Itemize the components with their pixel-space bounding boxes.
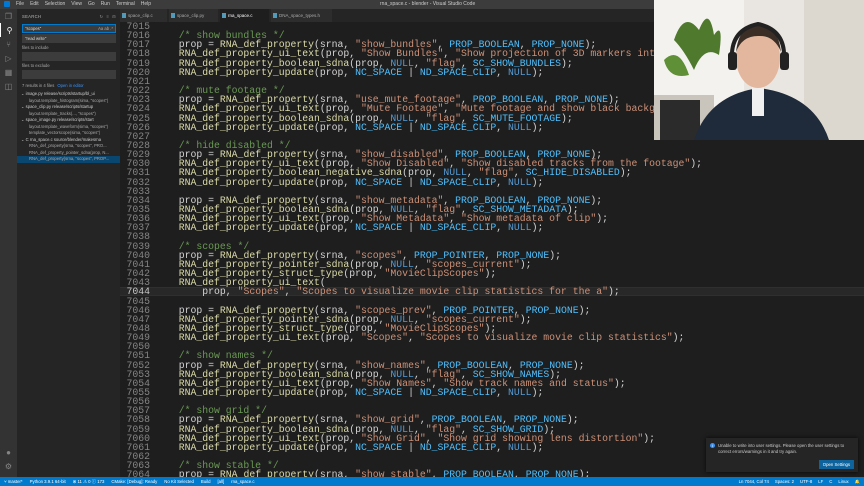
- menu-go[interactable]: Go: [88, 1, 95, 7]
- tab-label: DNA_space_types.h: [279, 13, 321, 18]
- status-cmake[interactable]: CMake: [Debug]: Ready: [111, 477, 157, 486]
- status-branch[interactable]: ⑂ master*: [4, 477, 23, 486]
- tab-rna-space-c[interactable]: rna_space.c: [220, 9, 270, 22]
- line-text: RNA_def_property_update(prop, NC_SPACE |…: [178, 121, 544, 133]
- info-icon: i: [710, 443, 715, 448]
- replace-input[interactable]: "read write": [22, 34, 116, 43]
- source-control-icon[interactable]: ⑂: [0, 37, 17, 51]
- menu-terminal[interactable]: Terminal: [116, 1, 135, 7]
- tab-label: space_clip.py: [177, 13, 205, 18]
- branch-name: master*: [7, 479, 23, 484]
- notifications-bell-icon[interactable]: 🔔: [855, 477, 860, 486]
- webcam-image: [654, 0, 864, 140]
- activity-bar: ❐ ⚲ ⑂ ▷ ▦ ◫ ● ⚙: [0, 9, 17, 477]
- code-line: 7044 prop, "Scopes", "Scopes to visualiz…: [120, 286, 864, 298]
- menu-view[interactable]: View: [71, 1, 82, 7]
- menu-help[interactable]: Help: [141, 1, 151, 7]
- tab-label: rna_space.c: [228, 13, 253, 18]
- code-line: 7049 RNA_def_property_ui_text(prop, "Sco…: [120, 332, 864, 344]
- notification-toast: i Unable to write into user settings. Pl…: [706, 438, 858, 472]
- search-input[interactable]: "scopes" Aa ab .*: [22, 24, 116, 33]
- code-line: 7037 RNA_def_property_update(prop, NC_SP…: [120, 222, 864, 234]
- status-platform[interactable]: Linux: [838, 477, 848, 486]
- status-launch[interactable]: rna_space.c: [231, 477, 254, 486]
- h-file-icon: [273, 13, 277, 18]
- code-line: 7055 RNA_def_property_update(prop, NC_SP…: [120, 387, 864, 398]
- files-to-include-input[interactable]: [22, 52, 116, 61]
- line-text: RNA_def_property_update(prop, NC_SPACE |…: [178, 441, 544, 453]
- clear-results-icon[interactable]: ≡: [106, 14, 109, 19]
- run-debug-icon[interactable]: ▷: [0, 51, 17, 65]
- extensions-icon[interactable]: ▦: [0, 65, 17, 79]
- status-python[interactable]: Python 3.9.1 64-bit: [30, 477, 66, 486]
- results-tree: ⌄ image.py release/scripts/startup/bl_ui…: [17, 91, 120, 163]
- search-options-icon[interactable]: Aa ab .*: [98, 25, 113, 32]
- status-bar: ⑂ master* Python 3.9.1 64-bit ⊗ 11 ⚠ 0 ⓘ…: [0, 477, 864, 486]
- webcam-overlay: [654, 0, 864, 140]
- line-text: prop = RNA_def_property(srna, "show_stab…: [167, 469, 591, 477]
- tab-space-clip-py[interactable]: space_clip.py: [169, 9, 219, 22]
- files-to-include-label: files to include: [22, 45, 49, 50]
- notification-message: Unable to write into user settings. Plea…: [718, 443, 845, 454]
- open-settings-button[interactable]: Open Settings: [818, 460, 854, 469]
- status-problems[interactable]: ⊗ 11 ⚠ 0 ⓘ 173: [73, 477, 105, 486]
- status-spaces[interactable]: Spaces: 2: [775, 477, 794, 486]
- line-number: 7064: [126, 469, 150, 477]
- line-text: RNA_def_property_ui_text(prop, "Scopes",…: [178, 332, 685, 344]
- c-file-icon: [222, 13, 226, 18]
- results-summary: 7 results in 4 files Open in editor: [17, 80, 120, 91]
- replace-input-value: "read write": [25, 36, 47, 41]
- files-to-exclude-label: files to exclude: [22, 63, 50, 68]
- menu-edit[interactable]: Edit: [30, 1, 39, 7]
- status-language[interactable]: C: [829, 477, 832, 486]
- status-eol[interactable]: LF: [818, 477, 823, 486]
- result-match[interactable]: RNA_def_property(srna, "scopes", PRO...: [17, 143, 120, 150]
- status-build[interactable]: Build: [201, 477, 211, 486]
- result-match[interactable]: RNA_def_property(srna, "scopes", PROP...: [17, 156, 120, 163]
- menu-selection[interactable]: Selection: [45, 1, 66, 7]
- status-target[interactable]: [all]: [217, 477, 224, 486]
- python-file-icon: [171, 13, 175, 18]
- sidebar-title: SEARCH: [22, 13, 42, 19]
- status-position[interactable]: Ln 7044, Col 74: [739, 477, 769, 486]
- menu-file[interactable]: File: [16, 1, 24, 7]
- vscode-logo-icon: [4, 1, 10, 7]
- window-title: rna_space.c - blender - Visual Studio Co…: [380, 1, 476, 7]
- c-file-icon: [122, 13, 126, 18]
- tab-label: space_clip.c: [128, 13, 153, 18]
- results-count: 7 results in 4 files: [22, 83, 55, 88]
- menu-run[interactable]: Run: [101, 1, 110, 7]
- tab-space-clip-c[interactable]: space_clip.c: [120, 9, 168, 22]
- menu-bar: File Edit Selection View Go Run Terminal…: [16, 1, 151, 7]
- search-icon[interactable]: ⚲: [0, 23, 18, 37]
- files-to-exclude-input[interactable]: [22, 70, 116, 79]
- status-kit[interactable]: No Kit Selected: [164, 477, 194, 486]
- search-input-value: "scopes": [25, 26, 42, 31]
- open-in-editor-link[interactable]: Open in editor: [57, 83, 83, 88]
- settings-gear-icon[interactable]: ⚙: [0, 459, 17, 473]
- sidebar-header: SEARCH ↻ ≡ ⊟: [17, 9, 120, 23]
- code-line: 7032 RNA_def_property_update(prop, NC_SP…: [120, 176, 864, 188]
- remote-icon[interactable]: ◫: [0, 79, 17, 93]
- line-text: RNA_def_property_update(prop, NC_SPACE |…: [178, 176, 544, 188]
- account-icon[interactable]: ●: [0, 445, 17, 459]
- line-text: prop, "Scopes", "Scopes to visualize mov…: [167, 286, 620, 298]
- tab-dna-space-types-h[interactable]: DNA_space_types.h: [271, 9, 333, 22]
- line-text: RNA_def_property_update(prop, NC_SPACE |…: [178, 387, 544, 398]
- status-encoding[interactable]: UTF-8: [800, 477, 812, 486]
- refresh-icon[interactable]: ↻: [100, 14, 104, 19]
- files-icon[interactable]: ❐: [0, 9, 17, 23]
- line-text: RNA_def_property_update(prop, NC_SPACE |…: [178, 222, 544, 234]
- collapse-all-icon[interactable]: ⊟: [112, 14, 116, 19]
- line-text: RNA_def_property_update(prop, NC_SPACE |…: [178, 66, 544, 78]
- search-sidebar: SEARCH ↻ ≡ ⊟ "scopes" Aa ab .* "read wri…: [17, 9, 120, 477]
